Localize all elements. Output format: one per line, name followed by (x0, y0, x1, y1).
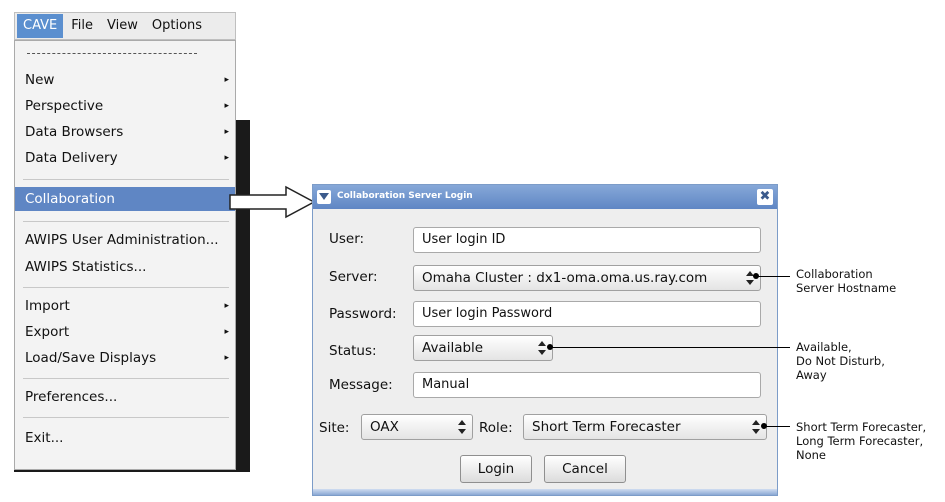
site-select-value: OAX (370, 419, 399, 435)
menu-separator (23, 417, 229, 418)
role-label: Role: (479, 420, 513, 436)
server-annotation-line (753, 273, 790, 279)
menu-item-export[interactable]: Export ▸ (15, 320, 235, 344)
spinner-arrows-icon (752, 420, 760, 434)
menu-item-label: Preferences... (25, 389, 118, 405)
status-select-value: Available (422, 340, 484, 356)
menu-item-label: Exit... (25, 430, 64, 446)
dialog-titlebar[interactable]: Collaboration Server Login ✖ (313, 185, 777, 209)
menu-item-preferences[interactable]: Preferences... (15, 385, 235, 409)
map-background-edge (236, 120, 250, 470)
close-icon[interactable]: ✖ (757, 189, 773, 205)
annotation-line: Away (796, 368, 827, 382)
menu-bar: CAVE File View Options (14, 12, 236, 40)
submenu-arrow-icon: ▸ (224, 101, 229, 111)
spinner-arrows-icon (538, 341, 546, 355)
annotation-line: Long Term Forecaster, (796, 434, 924, 448)
annotation-line: Collaboration (796, 267, 873, 281)
menu-item-label: Collaboration (25, 191, 115, 207)
submenu-arrow-icon: ▸ (224, 353, 229, 363)
role-annotation: Short Term Forecaster, Long Term Forecas… (796, 420, 926, 462)
annotation-line: Server Hostname (796, 281, 897, 295)
site-label: Site: (319, 420, 350, 436)
dialog-bottom-edge (313, 489, 777, 495)
menu-item-label: Import (25, 298, 70, 314)
menu-item-load-save-displays[interactable]: Load/Save Displays ▸ (15, 346, 235, 370)
submenu-arrow-icon: ▸ (224, 153, 229, 163)
menu-item-exit[interactable]: Exit... (15, 426, 235, 450)
login-button[interactable]: Login (460, 455, 532, 483)
menu-item-perspective[interactable]: Perspective ▸ (15, 94, 235, 118)
password-input[interactable]: User login Password (413, 301, 761, 327)
submenu-arrow-icon: ▸ (224, 327, 229, 337)
role-select-value: Short Term Forecaster (532, 419, 681, 435)
collaboration-login-dialog: Collaboration Server Login ✖ User: User … (312, 184, 778, 496)
status-select[interactable]: Available (413, 335, 553, 361)
server-select-value: Omaha Cluster : dx1-oma.oma.us.ray.com (422, 270, 708, 286)
message-label: Message: (329, 377, 393, 393)
menu-separator (23, 378, 229, 379)
menu-cave[interactable]: CAVE (17, 14, 64, 38)
menu-view[interactable]: View (101, 14, 144, 38)
menu-item-new[interactable]: New ▸ (15, 68, 235, 92)
menu-item-label: Load/Save Displays (25, 350, 157, 366)
role-annotation-line (761, 423, 790, 429)
menu-options[interactable]: Options (146, 14, 208, 38)
spinner-arrows-icon (458, 420, 466, 434)
tear-off-line[interactable] (27, 53, 197, 54)
menu-separator (23, 287, 229, 288)
menu-item-label: AWIPS Statistics... (25, 259, 147, 275)
submenu-arrow-icon: ▸ (224, 127, 229, 137)
site-select[interactable]: OAX (361, 414, 473, 440)
menu-separator (23, 179, 229, 180)
menu-item-awips-user-admin[interactable]: AWIPS User Administration... (15, 228, 235, 252)
user-label: User: (329, 231, 365, 247)
annotation-line: Available, (796, 340, 852, 354)
menu-file[interactable]: File (65, 14, 99, 38)
menu-item-import[interactable]: Import ▸ (15, 294, 235, 318)
status-annotation-line (547, 344, 790, 350)
annotation-line: Do Not Disturb, (796, 354, 885, 368)
annotation-line: Short Term Forecaster, (796, 420, 927, 434)
status-label: Status: (329, 343, 377, 359)
menu-item-label: Data Browsers (25, 124, 124, 140)
menu-item-label: Export (25, 324, 70, 340)
role-select[interactable]: Short Term Forecaster (523, 414, 767, 440)
menu-item-awips-statistics[interactable]: AWIPS Statistics... (15, 255, 235, 279)
menu-item-data-delivery[interactable]: Data Delivery ▸ (15, 146, 235, 170)
server-annotation: Collaboration Server Hostname (796, 267, 896, 295)
status-annotation: Available, Do Not Disturb, Away (796, 340, 885, 382)
dialog-title: Collaboration Server Login (337, 191, 473, 201)
password-label: Password: (329, 306, 397, 322)
cave-dropdown-menu: New ▸ Perspective ▸ Data Browsers ▸ Data… (14, 40, 236, 470)
server-label: Server: (329, 269, 378, 285)
user-input[interactable]: User login ID (413, 227, 761, 253)
window-menu-icon[interactable] (317, 190, 331, 204)
submenu-arrow-icon: ▸ (224, 301, 229, 311)
menu-item-label: AWIPS User Administration... (25, 232, 219, 248)
menu-item-label: Perspective (25, 98, 104, 114)
menu-item-data-browsers[interactable]: Data Browsers ▸ (15, 120, 235, 144)
server-select[interactable]: Omaha Cluster : dx1-oma.oma.us.ray.com (413, 265, 761, 291)
submenu-arrow-icon: ▸ (224, 75, 229, 85)
menu-separator (23, 221, 229, 222)
menu-item-label: Data Delivery (25, 150, 118, 166)
menu-item-collaboration[interactable]: Collaboration (15, 187, 235, 211)
message-input[interactable]: Manual (413, 372, 761, 398)
cancel-button[interactable]: Cancel (544, 455, 626, 483)
callout-arrow-icon (229, 185, 316, 219)
annotation-line: None (796, 448, 827, 462)
menu-item-label: New (25, 72, 55, 88)
